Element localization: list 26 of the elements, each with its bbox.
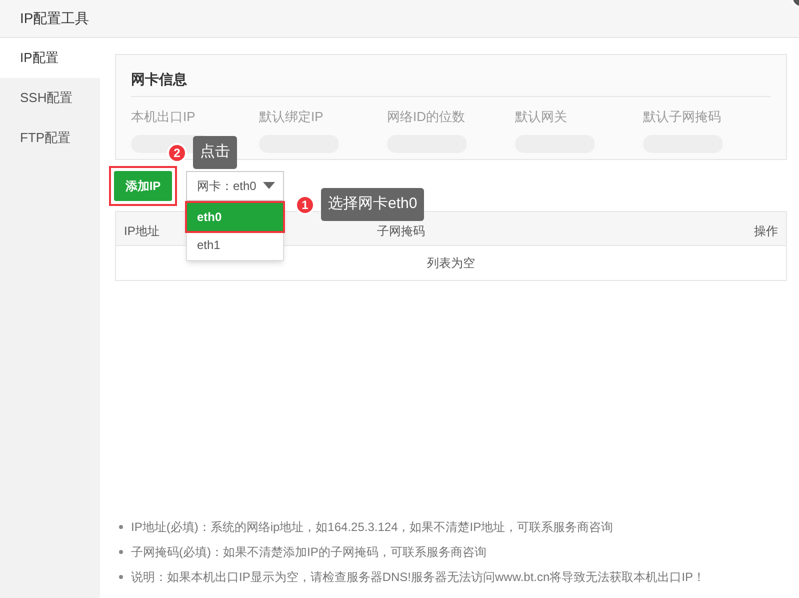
- callout-tooltip: 选择网卡eth0: [321, 188, 424, 221]
- column-header: 子网掩码: [377, 223, 426, 240]
- dropdown-option[interactable]: eth1: [187, 230, 283, 258]
- bullet-icon: [119, 524, 123, 528]
- note-text: IP地址(必填)：系统的网络ip地址，如164.25.3.124，如果不清楚IP地址，可联系服务商咨询: [131, 518, 614, 536]
- field-label: 默认子网掩码: [643, 108, 721, 126]
- sidebar-tab[interactable]: IP配置: [0, 38, 100, 78]
- bullet-icon: [119, 574, 123, 578]
- card-title: 网卡信息: [131, 70, 188, 89]
- sidebar-tab[interactable]: SSH配置: [0, 78, 100, 118]
- sidebar-tab[interactable]: FTP配置: [0, 118, 100, 158]
- field-label: 本机出口IP: [131, 108, 196, 126]
- field-label: 网络ID的位数: [387, 108, 465, 126]
- field-label: 默认网关: [515, 108, 567, 126]
- step-badge: 1: [295, 194, 315, 214]
- callout-tooltip: 点击: [193, 136, 237, 169]
- column-header: 操作: [754, 223, 778, 240]
- note-text: 子网掩码(必填)：如果不清楚添加IP的子网掩码，可联系服务商咨询: [131, 544, 486, 560]
- bullet-icon: [119, 550, 123, 554]
- field-label: 默认绑定IP: [259, 108, 324, 126]
- nic-select[interactable]: 网卡：eth0: [186, 170, 284, 200]
- empty-message: 列表为空: [427, 255, 475, 272]
- window-title: IP配置工具: [20, 9, 90, 28]
- caret-icon: [263, 182, 275, 189]
- column-header: IP地址: [124, 223, 160, 240]
- note-text: 说明：如果本机出口IP显示为空，请检查服务器DNS!服务器无法访问www.bt.cn将导致无法获取本机出口IP！: [131, 568, 706, 586]
